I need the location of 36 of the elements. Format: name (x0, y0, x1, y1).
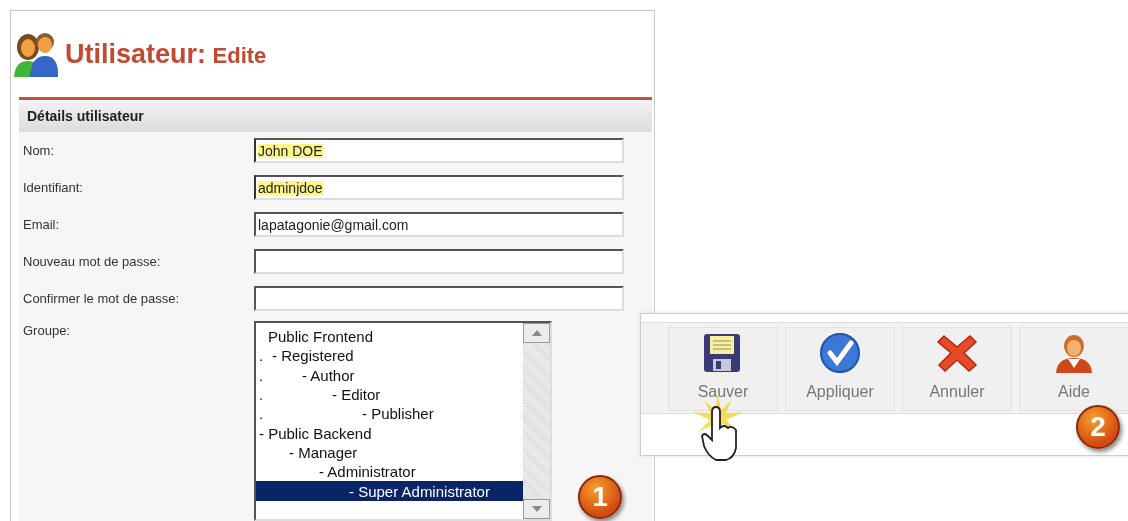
list-item[interactable]: - Manager (256, 442, 523, 463)
scroll-down-button[interactable] (523, 499, 550, 519)
list-item[interactable]: . - Author (256, 365, 523, 385)
list-item[interactable]: . - Editor (256, 384, 523, 405)
input-field[interactable]: lapatagonie@gmail.com (254, 212, 624, 237)
list-item[interactable]: Public Frontend (256, 327, 523, 347)
support-person-icon (1053, 332, 1095, 374)
save-button[interactable]: Sauver (668, 327, 778, 411)
page-title: Utilisateur: (65, 37, 207, 71)
input-field[interactable] (254, 286, 624, 311)
list-item[interactable]: . - Registered (256, 346, 523, 366)
input-field[interactable]: John DOE (254, 138, 624, 163)
input-field[interactable]: adminjdoe (254, 175, 624, 200)
up-arrow-icon (531, 330, 542, 336)
down-arrow-icon (531, 506, 542, 512)
field-label: Identifiant: (23, 178, 84, 197)
page-subtitle: Edite (212, 41, 267, 70)
scroll-up-button[interactable] (523, 323, 550, 343)
field-label: Groupe: (23, 322, 71, 340)
list-item[interactable]: - Administrator (256, 462, 523, 482)
field-label: Confirmer le mot de passe: (23, 289, 181, 308)
scrollbar[interactable] (523, 323, 550, 519)
apply-button[interactable]: Appliquer (785, 327, 895, 411)
cancel-x-icon (936, 332, 978, 374)
input-field[interactable] (254, 249, 624, 274)
field-label: Email: (23, 215, 61, 234)
cancel-button[interactable]: Annuler (902, 327, 1012, 411)
check-icon (819, 332, 861, 374)
help-button[interactable]: Aide (1019, 327, 1128, 411)
section-title: Détails utilisateur (27, 106, 144, 126)
list-item[interactable]: - Public Backend (256, 423, 523, 443)
field-label: Nom: (23, 141, 56, 160)
group-listbox[interactable]: Public Frontend . - Registered . - Author . - Editor . - Publisher - Public Backend - Manager - Administrator - Super Administrator (254, 321, 552, 521)
list-item[interactable]: . - Publisher (256, 404, 523, 424)
field-label: Nouveau mot de passe: (23, 252, 162, 271)
list-item[interactable]: - Super Administrator (256, 481, 523, 501)
